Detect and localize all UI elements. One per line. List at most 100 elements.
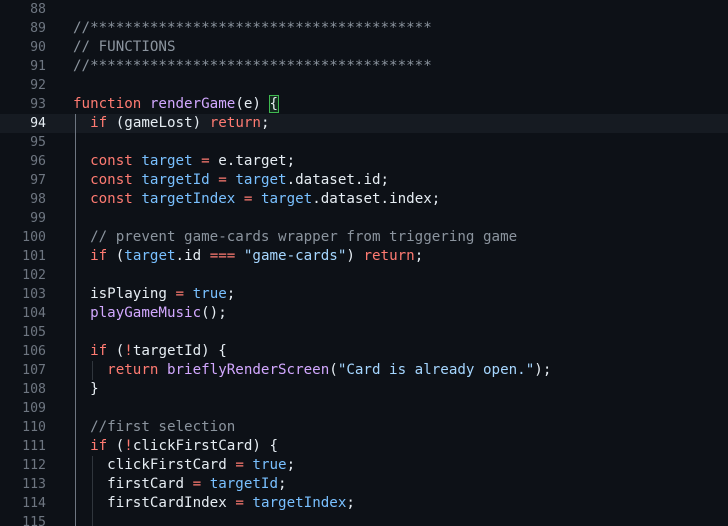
code-token: e.target; bbox=[209, 153, 296, 169]
code-token: "game-cards" bbox=[243, 248, 347, 264]
code-token: targetIndex bbox=[252, 495, 347, 511]
code-token: //**************************************… bbox=[73, 20, 432, 36]
code-line[interactable]: 90 // FUNCTIONS bbox=[0, 38, 728, 57]
code-line[interactable]: 100 // prevent game-cards wrapper from t… bbox=[0, 228, 728, 247]
code-line[interactable]: 112 clickFirstCard = true; bbox=[0, 456, 728, 475]
line-code: firstCardIndex = targetIndex; bbox=[73, 494, 355, 513]
code-token: clickFirstCard bbox=[107, 457, 227, 473]
line-number: 110 bbox=[22, 420, 46, 435]
code-token: function bbox=[73, 96, 142, 112]
code-line[interactable]: 92 bbox=[0, 76, 728, 95]
line-code: firstCard = targetId; bbox=[73, 475, 287, 494]
line-code: // FUNCTIONS bbox=[73, 38, 176, 57]
line-code: if (target.id === "game-cards") return; bbox=[73, 247, 423, 266]
code-line[interactable]: 104 playGameMusic(); bbox=[0, 304, 728, 323]
code-token: const bbox=[90, 153, 133, 169]
code-token: .id bbox=[175, 248, 210, 264]
code-token: = bbox=[218, 172, 227, 188]
code-token: target bbox=[124, 248, 176, 264]
line-number: 100 bbox=[22, 230, 46, 245]
code-token: target bbox=[235, 172, 287, 188]
code-line[interactable]: 88 bbox=[0, 0, 728, 19]
code-token: ) bbox=[346, 248, 364, 264]
code-line[interactable]: 101 if (target.id === "game-cards") retu… bbox=[0, 247, 728, 266]
code-line[interactable]: 115 bbox=[0, 513, 728, 526]
indent-guide bbox=[92, 361, 93, 380]
line-number: 95 bbox=[30, 135, 46, 150]
code-line[interactable]: 95 bbox=[0, 133, 728, 152]
line-number: 112 bbox=[22, 458, 46, 473]
code-token: ; bbox=[226, 286, 236, 302]
code-token: ); bbox=[534, 362, 552, 378]
code-line[interactable]: 96 const target = e.target; bbox=[0, 152, 728, 171]
code-token: const bbox=[90, 172, 133, 188]
code-token: ! bbox=[124, 438, 133, 454]
line-code: if (gameLost) return; bbox=[73, 114, 270, 133]
code-line[interactable]: 103 isPlaying = true; bbox=[0, 285, 728, 304]
code-token: = bbox=[175, 286, 185, 302]
code-line[interactable]: 93 function renderGame(e) { bbox=[0, 95, 728, 114]
code-token: } bbox=[90, 381, 99, 397]
code-token: return bbox=[107, 362, 159, 378]
line-number: 115 bbox=[22, 515, 46, 526]
code-token: ; bbox=[278, 476, 287, 492]
code-token: //first selection bbox=[90, 419, 236, 435]
line-number: 99 bbox=[30, 211, 46, 226]
code-line[interactable]: 113 firstCard = targetId; bbox=[0, 475, 728, 494]
code-token: = bbox=[235, 495, 244, 511]
line-number: 106 bbox=[22, 344, 46, 359]
code-line[interactable]: 108 } bbox=[0, 380, 728, 399]
line-code: // prevent game-cards wrapper from trigg… bbox=[73, 228, 517, 247]
code-token: true bbox=[252, 457, 287, 473]
code-token: { bbox=[268, 95, 279, 113]
code-token: ; bbox=[346, 495, 355, 511]
code-line[interactable]: 106 if (!targetId) { bbox=[0, 342, 728, 361]
code-token: return bbox=[209, 115, 261, 131]
line-number: 88 bbox=[30, 2, 46, 17]
code-line[interactable]: 107 return brieflyRenderScreen("Card is … bbox=[0, 361, 728, 380]
code-line[interactable]: 114 firstCardIndex = targetIndex; bbox=[0, 494, 728, 513]
code-token: const bbox=[90, 191, 133, 207]
code-token: firstCardIndex bbox=[107, 495, 227, 511]
code-token: gameLost bbox=[124, 115, 193, 131]
code-token: (); bbox=[201, 305, 227, 321]
code-token: ; bbox=[260, 115, 270, 131]
code-line[interactable]: 105 bbox=[0, 323, 728, 342]
line-code: playGameMusic(); bbox=[73, 304, 227, 323]
code-line[interactable]: 111 if (!clickFirstCard) { bbox=[0, 437, 728, 456]
code-token: renderGame bbox=[149, 96, 236, 112]
code-line[interactable]: 89 //************************************… bbox=[0, 19, 728, 38]
line-code: return brieflyRenderScreen("Card is alre… bbox=[73, 361, 551, 380]
code-line[interactable]: 91 //************************************… bbox=[0, 57, 728, 76]
line-number: 96 bbox=[30, 154, 46, 169]
code-token: ( bbox=[235, 96, 244, 112]
line-number: 91 bbox=[30, 59, 46, 74]
line-code: isPlaying = true; bbox=[73, 285, 235, 304]
code-token: target bbox=[260, 191, 313, 207]
code-line[interactable]: 110 //first selection bbox=[0, 418, 728, 437]
line-number: 101 bbox=[22, 249, 46, 264]
line-code: const targetId = target.dataset.id; bbox=[73, 171, 389, 190]
code-line[interactable]: 97 const targetId = target.dataset.id; bbox=[0, 171, 728, 190]
code-token: firstCard bbox=[107, 476, 185, 492]
code-token: ) { bbox=[201, 343, 227, 359]
code-token: return bbox=[363, 248, 415, 264]
code-line[interactable]: 109 bbox=[0, 399, 728, 418]
code-line[interactable]: 94 if (gameLost) return; bbox=[0, 114, 728, 133]
code-line[interactable]: 102 bbox=[0, 266, 728, 285]
code-line[interactable]: 98 const targetIndex = target.dataset.in… bbox=[0, 190, 728, 209]
line-code: const target = e.target; bbox=[73, 152, 295, 171]
line-code: function renderGame(e) { bbox=[73, 95, 279, 114]
code-token: ( bbox=[107, 438, 125, 454]
code-line[interactable]: 99 bbox=[0, 209, 728, 228]
code-editor[interactable]: 88 89 //**********************************… bbox=[0, 0, 728, 526]
code-token: .dataset.index; bbox=[312, 191, 441, 207]
